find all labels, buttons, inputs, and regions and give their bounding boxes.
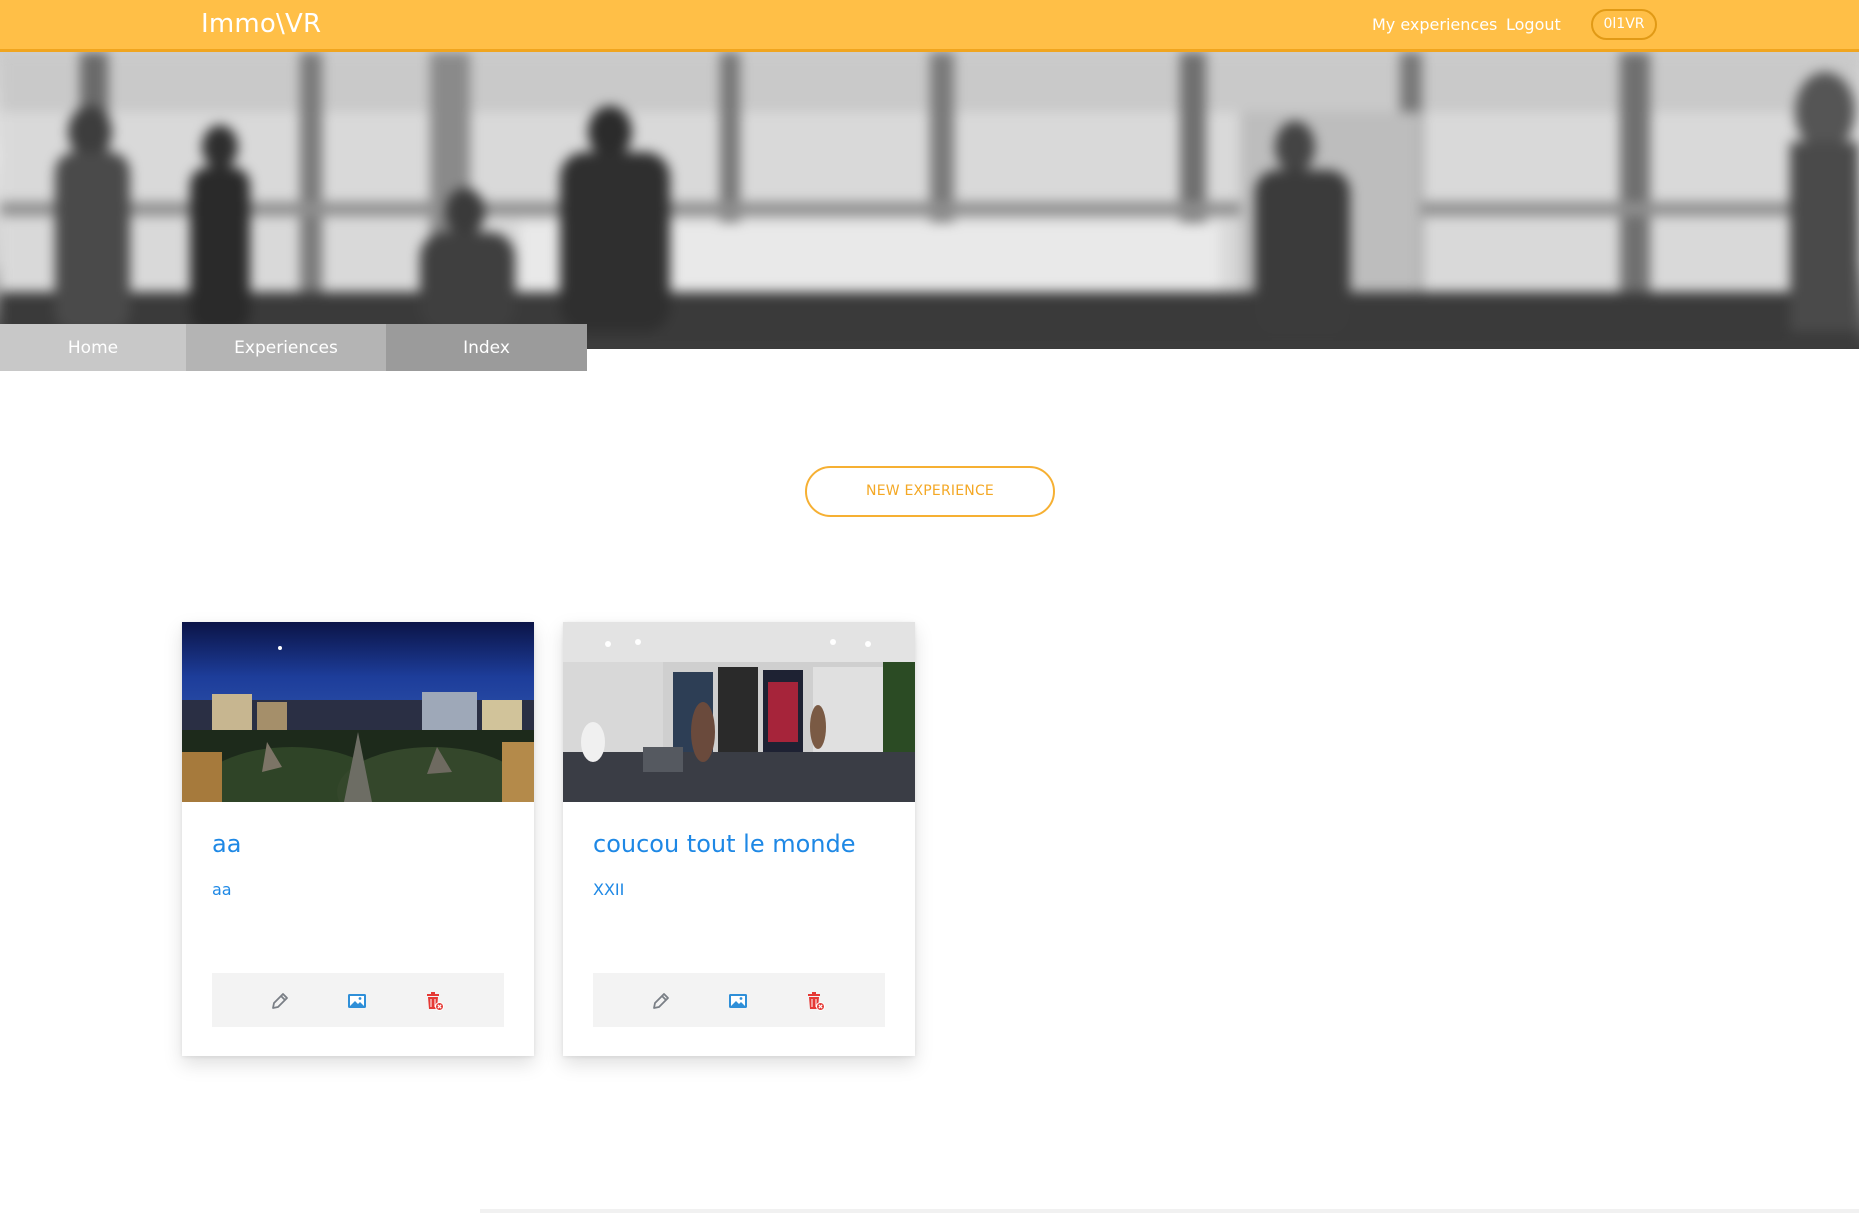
image-icon[interactable]	[727, 990, 749, 1012]
nav-my-experiences[interactable]: My experiences	[1372, 15, 1497, 34]
pencil-icon[interactable]	[650, 990, 672, 1012]
experience-subtitle: aa	[212, 880, 232, 899]
experience-title[interactable]: aa	[212, 830, 241, 858]
experience-thumbnail[interactable]	[182, 622, 534, 802]
night-city-panorama-image	[182, 622, 534, 802]
trash-icon[interactable]	[423, 990, 445, 1012]
office-panorama-image	[563, 622, 915, 802]
brand-logo[interactable]: Immo\VR	[201, 9, 321, 39]
breadcrumb-index[interactable]: Index	[386, 324, 587, 371]
footer-divider	[480, 1209, 1859, 1213]
top-navbar: Immo\VR My experiences Logout 0l1VR	[0, 0, 1859, 52]
pencil-icon[interactable]	[269, 990, 291, 1012]
experience-card: coucou tout le monde XXII	[563, 622, 915, 1056]
experience-title[interactable]: coucou tout le monde	[593, 830, 856, 858]
experience-card: aa aa	[182, 622, 534, 1056]
new-experience-button[interactable]: NEW EXPERIENCE	[805, 466, 1055, 517]
nav-logout[interactable]: Logout	[1506, 15, 1561, 34]
hero-banner	[0, 52, 1859, 349]
breadcrumb-home[interactable]: Home	[0, 324, 186, 371]
trash-icon[interactable]	[804, 990, 826, 1012]
experience-subtitle: XXII	[593, 880, 625, 899]
user-account-button[interactable]: 0l1VR	[1591, 9, 1657, 40]
breadcrumb: Home Experiences Index	[0, 324, 587, 371]
card-actions	[593, 973, 885, 1027]
image-icon[interactable]	[346, 990, 368, 1012]
hero-background-image	[0, 52, 1859, 349]
experience-thumbnail[interactable]	[563, 622, 915, 802]
card-actions	[212, 973, 504, 1027]
breadcrumb-experiences[interactable]: Experiences	[186, 324, 386, 371]
